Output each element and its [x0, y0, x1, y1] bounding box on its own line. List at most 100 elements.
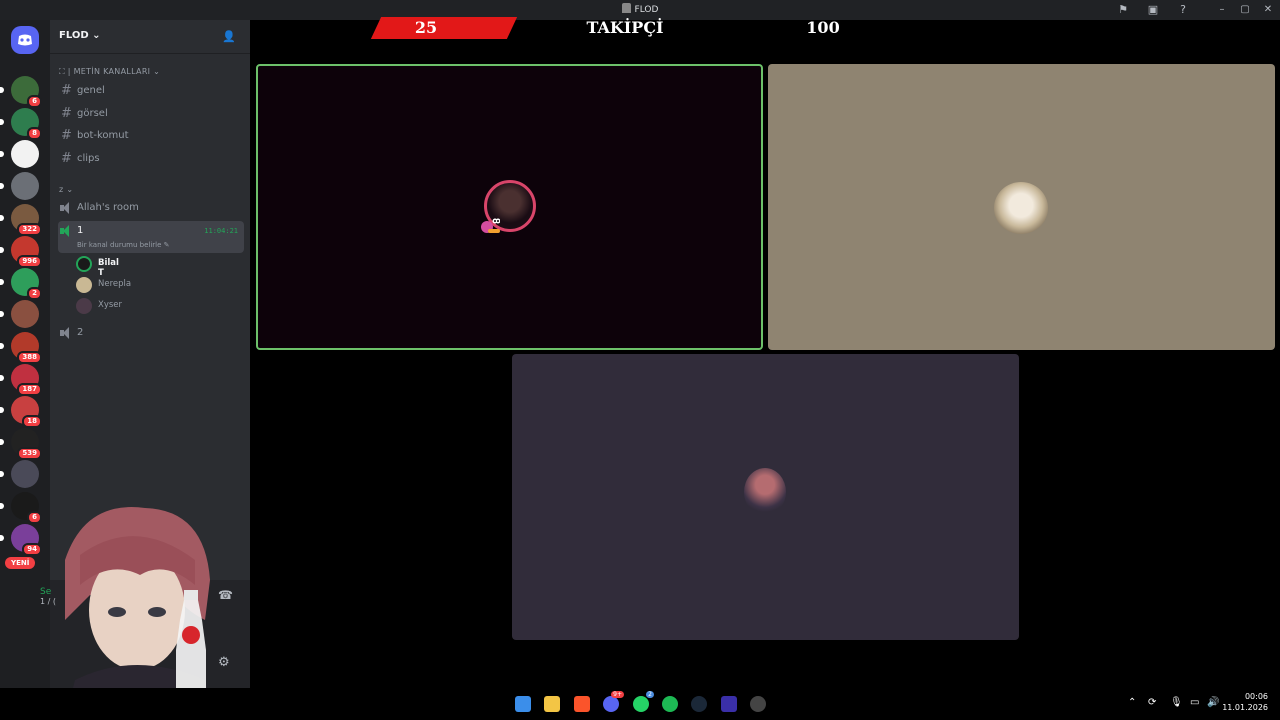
unread-pip — [0, 535, 4, 541]
overlay-left-number: 25 — [414, 18, 438, 37]
mention-badge: 94 — [22, 543, 42, 556]
avatar — [76, 256, 92, 272]
channel-genel[interactable]: # genel — [58, 81, 244, 101]
window-title: FLOD — [0, 3, 1280, 15]
chevron-up-icon[interactable]: ⌃ — [1128, 697, 1136, 708]
mention-badge: 8 — [27, 127, 42, 140]
channel-status[interactable]: Bir kanal durumu belirle ✎ — [77, 241, 170, 249]
volume-icon[interactable]: 🔊 — [1207, 697, 1219, 708]
overlay-right-number: 100 — [806, 18, 840, 37]
server-icon[interactable]: 539 — [0, 428, 42, 460]
close-button[interactable]: ✕ — [1256, 2, 1280, 18]
hash-icon: # — [61, 106, 72, 121]
server-icon[interactable] — [0, 460, 39, 488]
server-avatar — [11, 300, 39, 328]
mention-badge: 2 — [27, 287, 42, 300]
channel-gorsel[interactable]: # görsel — [58, 104, 244, 124]
discord-logo-icon — [18, 34, 32, 46]
server-avatar — [11, 140, 39, 168]
server-icon[interactable]: 8 — [0, 108, 42, 140]
category-voice[interactable]: z ⌄ — [59, 185, 73, 194]
unread-pip — [0, 119, 4, 125]
server-icon[interactable]: 322 — [0, 204, 42, 236]
voice-channel-1[interactable]: 1 11:04:21 Bir kanal durumu belirle ✎ — [58, 221, 244, 253]
invite-people-icon[interactable]: 👤 — [222, 30, 236, 44]
channel-clips[interactable]: # clips — [58, 149, 244, 169]
server-icon[interactable] — [0, 172, 39, 200]
voice-channel-allahs-room[interactable]: Allah's room — [58, 198, 244, 218]
hash-icon: # — [61, 128, 72, 143]
maximize-button[interactable]: ▢ — [1233, 2, 1257, 18]
server-avatar — [11, 460, 39, 488]
participant-avatar — [994, 182, 1048, 234]
clock-time[interactable]: 00:06 — [1245, 692, 1268, 701]
server-icon[interactable]: 18 — [0, 396, 42, 428]
mention-badge: 6 — [27, 511, 42, 524]
unread-pip — [0, 183, 4, 189]
server-header[interactable]: FLOD ⌄ 👤 — [50, 20, 250, 54]
spotify-icon[interactable] — [662, 696, 678, 712]
server-icon[interactable]: 6 — [0, 492, 42, 524]
hash-icon: # — [61, 151, 72, 166]
server-icon[interactable]: 2 — [0, 268, 42, 300]
mention-badge: 996 — [17, 255, 42, 268]
avatar — [76, 298, 92, 314]
steam-icon[interactable] — [691, 696, 707, 712]
unread-pip — [0, 151, 4, 157]
channel-bot-komut[interactable]: # bot-komut — [58, 126, 244, 146]
unread-pip — [0, 503, 4, 509]
unread-pip — [0, 471, 4, 477]
mention-badge: 388 — [17, 351, 42, 364]
mention-badge: 322 — [17, 223, 42, 236]
server-icon[interactable]: 94 — [0, 524, 42, 556]
app-icon[interactable] — [750, 696, 766, 712]
speaker-icon — [60, 225, 72, 237]
unread-pip — [0, 247, 4, 253]
network-icon[interactable]: ⟳ — [1148, 697, 1156, 708]
speaker-icon — [60, 327, 72, 339]
display-icon[interactable]: ▭ — [1190, 697, 1199, 708]
participant-tile[interactable] — [768, 64, 1275, 350]
discord-home-icon[interactable] — [11, 26, 39, 54]
taskbar: 9+ 2 ⌃ ⟳ 🎙 ▭ 🔊 00:06 11.01.2026 — [0, 688, 1280, 720]
microphone-icon[interactable]: 🎙 — [1170, 697, 1183, 708]
windows-start-icon[interactable] — [515, 696, 531, 712]
unread-pip — [0, 407, 4, 413]
unread-pip — [0, 87, 4, 93]
server-icon[interactable] — [0, 140, 39, 168]
new-badge[interactable]: YENİ — [5, 557, 36, 569]
hash-icon: # — [61, 83, 72, 98]
participant-avatar — [744, 468, 786, 516]
mention-badge: 6 — [27, 95, 42, 108]
server-icon[interactable]: 187 — [0, 364, 42, 396]
unread-pip — [0, 311, 4, 317]
voice-timer: 11:04:21 — [204, 227, 238, 235]
participant-tile[interactable] — [256, 64, 763, 350]
clock-date[interactable]: 11.01.2026 — [1222, 703, 1268, 712]
server-icon[interactable]: 996 — [0, 236, 42, 268]
file-explorer-icon[interactable] — [544, 696, 560, 712]
help-icon[interactable]: ? — [1176, 3, 1190, 17]
discord-taskbar-icon[interactable]: 9+ — [603, 691, 624, 712]
whatsapp-icon[interactable]: 2 — [633, 691, 654, 712]
app-icon — [621, 3, 631, 13]
minimize-button[interactable]: – — [1210, 2, 1234, 18]
server-icon[interactable] — [0, 300, 39, 328]
brave-browser-icon[interactable] — [574, 696, 590, 712]
vortex-icon[interactable] — [721, 696, 737, 712]
participant-tile[interactable] — [512, 354, 1019, 640]
unread-pip — [0, 375, 4, 381]
unread-pip — [0, 439, 4, 445]
unread-pip — [0, 343, 4, 349]
server-icon[interactable]: 6 — [0, 76, 42, 108]
avatar — [76, 277, 92, 293]
server-avatar — [11, 172, 39, 200]
unread-pip — [0, 279, 4, 285]
screen-share-icon[interactable]: ▣ — [1146, 3, 1160, 17]
mention-badge: 539 — [17, 447, 42, 460]
server-name: FLOD ⌄ — [59, 30, 101, 41]
inbox-flag-icon[interactable]: ⚑ — [1116, 3, 1130, 17]
category-text-channels[interactable]: ⛶ | METİN KANALLARI ⌄ — [59, 67, 160, 77]
server-icon[interactable]: 388 — [0, 332, 42, 364]
voice-channel-2[interactable]: 2 — [58, 323, 244, 343]
